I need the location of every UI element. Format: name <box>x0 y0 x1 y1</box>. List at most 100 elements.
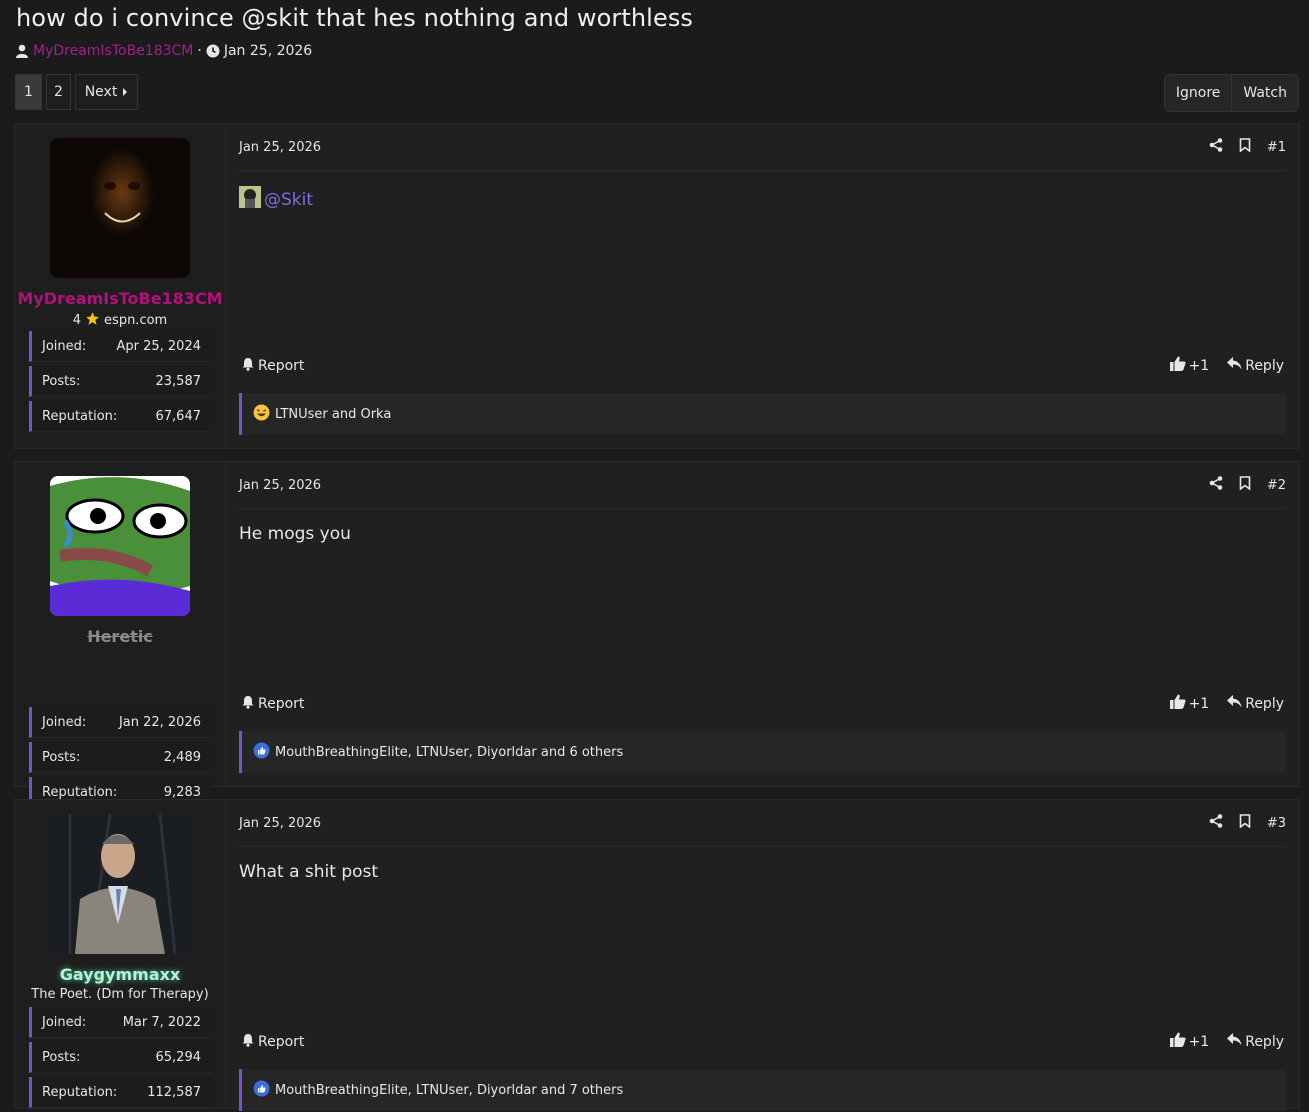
bell-icon <box>241 695 255 713</box>
pagination: 1 2 Next <box>15 74 138 110</box>
report-button[interactable]: Report <box>241 357 304 375</box>
stat-label: Reputation: <box>42 784 118 800</box>
reply-label: Reply <box>1245 357 1284 374</box>
post-message-cell: Jan 25, 2026 #2 He mogs you Report +1 Re… <box>226 462 1299 786</box>
reactions-bar[interactable]: LTNUser and Orka <box>239 393 1286 435</box>
username[interactable]: MyDreamIsToBe183CM <box>15 289 225 308</box>
stat-value: 65,294 <box>155 1049 202 1065</box>
meta-separator: · <box>197 43 202 59</box>
avatar[interactable] <box>50 138 190 278</box>
next-label: Next <box>84 84 118 100</box>
username[interactable]: Gaygymmaxx <box>15 965 225 984</box>
stat-value: 112,587 <box>147 1084 201 1100</box>
bookmark-icon[interactable] <box>1239 476 1251 494</box>
reactions-text: LTNUser and Orka <box>275 406 392 422</box>
reply-button[interactable]: Reply <box>1227 695 1284 712</box>
stat-joined: Joined: Mar 7, 2022 <box>29 1007 211 1038</box>
reactions-bar[interactable]: MouthBreathingElite, LTNUser, Diyorldar … <box>239 1069 1286 1111</box>
post-header: Jan 25, 2026 #1 <box>239 124 1286 171</box>
next-page-button[interactable]: Next <box>75 74 138 110</box>
like-button[interactable]: +1 <box>1169 694 1210 713</box>
user-stats: Joined: Jan 22, 2026 Posts: 2,489 Reputati… <box>29 707 211 812</box>
user-icon <box>15 44 29 58</box>
reactions-bar[interactable]: MouthBreathingElite, LTNUser, Diyorldar … <box>239 731 1286 773</box>
reply-button[interactable]: Reply <box>1227 357 1284 374</box>
stat-label: Reputation: <box>42 1084 118 1100</box>
laugh-reaction-icon <box>253 404 270 425</box>
share-icon[interactable] <box>1209 814 1223 832</box>
report-label: Report <box>258 695 305 712</box>
stat-label: Joined: <box>42 1014 87 1030</box>
page-1-button[interactable]: 1 <box>15 74 42 110</box>
like-button[interactable]: +1 <box>1169 356 1209 375</box>
avatar[interactable] <box>50 476 190 616</box>
stat-posts: Posts: 2,489 <box>29 742 211 773</box>
user-stats: Joined: Mar 7, 2022 Posts: 65,294 Reputati… <box>29 1007 211 1112</box>
stat-value: 23,587 <box>155 373 202 389</box>
reply-label: Reply <box>1245 695 1284 712</box>
username[interactable]: Heretic <box>15 627 225 646</box>
post-date[interactable]: Jan 25, 2026 <box>239 478 321 493</box>
reply-button[interactable]: Reply <box>1227 1033 1284 1050</box>
like-button[interactable]: +1 <box>1169 1032 1209 1051</box>
report-button[interactable]: Report <box>241 695 304 713</box>
user-stats: Joined: Apr 25, 2024 Posts: 23,587 Reputat… <box>29 331 211 436</box>
post-1: MyDreamIsToBe183CM 4 espn.com Joined: Apr… <box>14 123 1300 449</box>
post-message-cell: Jan 25, 2026 #1 @Skit Report +1 Reply LT… <box>226 124 1299 448</box>
stat-label: Posts: <box>42 1049 81 1065</box>
reactions-text: MouthBreathingElite, LTNUser, Diyorldar … <box>275 1082 624 1098</box>
report-label: Report <box>258 357 305 374</box>
stat-label: Posts: <box>42 373 81 389</box>
post-3: Gaygymmaxx The Poet. (Dm for Therapy) Jo… <box>14 799 1300 1112</box>
report-button[interactable]: Report <box>241 1033 304 1051</box>
ignore-button[interactable]: Ignore <box>1164 75 1232 111</box>
bell-icon <box>241 357 255 375</box>
mention-link[interactable]: @Skit <box>239 186 313 213</box>
post-footer: Report +1 Reply <box>241 694 1284 713</box>
share-icon[interactable] <box>1209 138 1223 156</box>
stat-reputation: Reputation: 112,587 <box>29 1077 211 1108</box>
bell-icon <box>241 1033 255 1051</box>
mention-avatar <box>239 186 261 213</box>
thumbs-up-icon <box>1169 694 1186 713</box>
like-label: +1 <box>1188 695 1210 712</box>
thread-title: how do i convince @skit that hes nothing… <box>16 4 694 32</box>
post-date[interactable]: Jan 25, 2026 <box>239 140 321 155</box>
stat-value: Mar 7, 2022 <box>122 1014 201 1030</box>
post-body: @Skit <box>239 186 313 213</box>
user-title: 4 espn.com <box>15 311 225 330</box>
user-title-text: espn.com <box>104 313 168 328</box>
post-number[interactable]: #2 <box>1267 478 1286 493</box>
bookmark-icon[interactable] <box>1239 138 1251 156</box>
bookmark-icon[interactable] <box>1239 814 1251 832</box>
stat-posts: Posts: 65,294 <box>29 1042 211 1073</box>
reactions-text: MouthBreathingElite, LTNUser, Diyorldar … <box>275 744 624 760</box>
stat-label: Posts: <box>42 749 81 765</box>
reply-icon <box>1227 357 1242 374</box>
stat-value: 2,489 <box>163 749 201 765</box>
report-label: Report <box>258 1033 305 1050</box>
user-title: The Poet. (Dm for Therapy) <box>31 987 209 1002</box>
post-message-cell: Jan 25, 2026 #3 What a shit post Report … <box>226 800 1299 1111</box>
watch-button[interactable]: Watch <box>1231 75 1298 111</box>
stat-label: Joined: <box>42 714 87 730</box>
reply-label: Reply <box>1245 1033 1284 1050</box>
post-number[interactable]: #3 <box>1267 816 1286 831</box>
share-icon[interactable] <box>1209 476 1223 494</box>
user-title-number: 4 <box>72 313 82 328</box>
avatar[interactable] <box>50 814 190 954</box>
thread-author-link[interactable]: MyDreamIsToBe183CM <box>33 43 193 59</box>
post-2: Heretic Joined: Jan 22, 2026 Posts: 2,489 … <box>14 461 1300 808</box>
stat-label: Joined: <box>42 338 87 354</box>
reply-icon <box>1227 695 1242 712</box>
stat-reputation: Reputation: 67,647 <box>29 401 211 432</box>
like-reaction-icon <box>253 742 270 763</box>
post-body: He mogs you <box>239 524 351 544</box>
post-date[interactable]: Jan 25, 2026 <box>239 816 321 831</box>
page-2-button[interactable]: 2 <box>46 74 71 110</box>
post-number[interactable]: #1 <box>1267 140 1286 155</box>
thumbs-up-icon <box>1169 356 1186 375</box>
post-footer: Report +1 Reply <box>241 356 1284 375</box>
stat-label: Reputation: <box>42 408 118 424</box>
stat-value: Jan 22, 2026 <box>118 714 201 730</box>
